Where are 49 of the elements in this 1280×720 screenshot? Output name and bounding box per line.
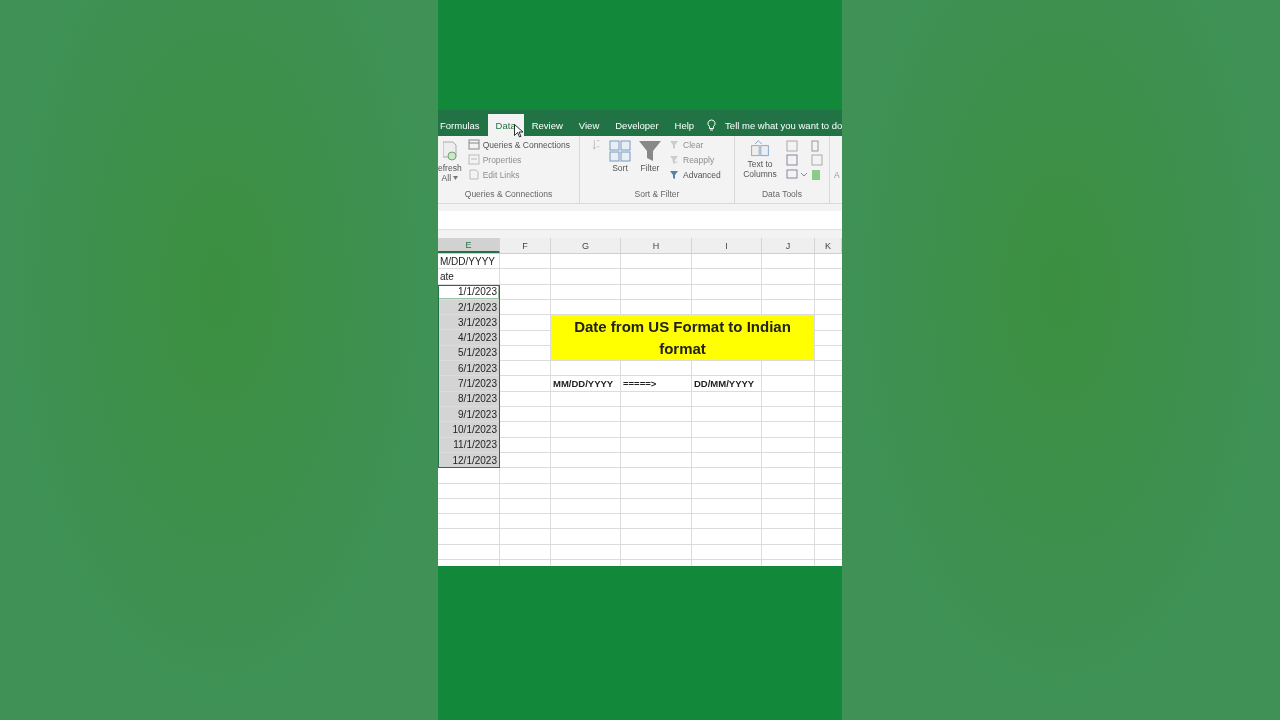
column-header[interactable]: I [692,238,762,253]
group-label: Queries & Connections [463,189,554,201]
ribbon-tab[interactable]: Formulas [438,114,488,136]
table-cell: M/DD/YYYY [438,254,500,270]
table-cell: DD/MM/YYYY [692,376,762,392]
table-cell: =====> [621,376,692,392]
refresh-all-button[interactable]: efresh All [438,139,462,189]
group-label: Sort & Filter [633,189,681,201]
caret-icon [453,176,459,180]
date-cell: 7/1/2023 [438,376,500,392]
funnel-icon [668,154,680,165]
filter-button[interactable]: Filter [638,139,662,189]
grid-icon [608,139,632,163]
column-header[interactable]: E [438,238,500,253]
document-icon [467,169,480,180]
column-header[interactable]: H [621,238,692,253]
sort-order-icon [590,139,602,150]
ribbon-tab[interactable]: Data [487,114,524,136]
column-header[interactable]: J [762,238,815,253]
lightbulb-icon [706,118,718,132]
funnel-icon [638,139,662,163]
ribbon-command[interactable]: Queries & Connections [467,139,571,150]
ribbon-tab[interactable]: Review [523,114,571,136]
ribbon-tab[interactable]: View [570,114,608,136]
document-icon [467,154,480,165]
date-cell: 4/1/2023 [438,330,500,346]
columns-icon [750,139,770,159]
ribbon-command[interactable]: Advanced [668,169,721,180]
group-label: Data Tools [761,189,803,201]
table-cell: MM/DD/YYYY [551,376,621,392]
table-cell: ate [438,269,500,285]
formula-bar[interactable] [438,211,842,230]
column-header[interactable]: G [551,238,621,253]
text-to-columns-button[interactable]: Text to Columns [741,139,779,189]
date-cell: 10/1/2023 [438,422,500,438]
ribbon-tab[interactable]: Developer [607,114,667,136]
funnel-icon [668,139,680,150]
document-icon [467,139,480,150]
sort-button[interactable]: Sort [608,139,632,189]
title-cell: Date from US Format to Indian format [551,315,815,362]
date-cell: 3/1/2023 [438,315,500,331]
column-header[interactable]: F [500,238,551,253]
ribbon-tab[interactable]: Help [666,114,703,136]
tell-me-search[interactable]: Tell me what you want to do [725,119,842,131]
ribbon-label-fragment: A [833,169,840,182]
refresh-document-icon [442,139,457,163]
funnel-icon [668,169,680,180]
data-tools-icons-drawing [785,139,825,183]
date-cell: 6/1/2023 [438,361,500,377]
